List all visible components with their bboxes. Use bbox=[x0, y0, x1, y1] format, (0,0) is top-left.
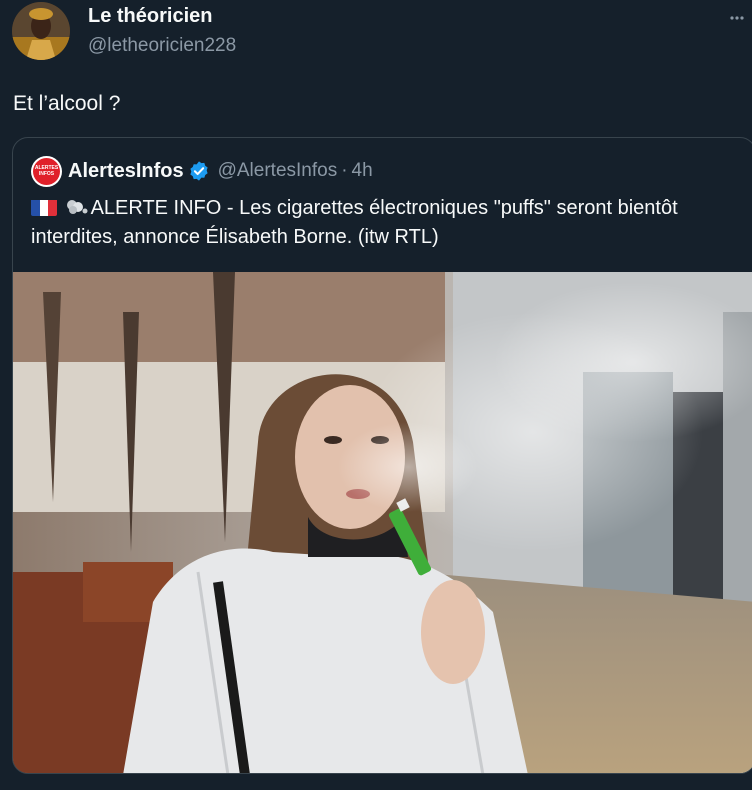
france-flag-icon bbox=[31, 198, 57, 216]
quoted-avatar-logo: ALERTES INFOS bbox=[33, 157, 60, 185]
quoted-tweet-header: ALERTES INFOS AlertesInfos @AlertesInfos… bbox=[31, 155, 373, 187]
quoted-tweet-photo[interactable] bbox=[13, 272, 752, 773]
quoted-author-handle[interactable]: @AlertesInfos bbox=[218, 160, 338, 182]
tweet-text: Et l’alcool ? bbox=[13, 92, 121, 115]
quoted-tweet-time[interactable]: 4h bbox=[352, 160, 373, 182]
author-handle[interactable]: @letheoricien228 bbox=[88, 35, 236, 57]
dash-smoke-icon bbox=[66, 200, 88, 214]
quoted-tweet-text: ALERTE INFO - Les cigarettes électroniqu… bbox=[31, 194, 731, 252]
quoted-tweet-body: ALERTE INFO - Les cigarettes électroniqu… bbox=[31, 197, 678, 248]
more-dots-icon[interactable] bbox=[730, 12, 744, 21]
separator-dot: · bbox=[341, 160, 348, 181]
quoted-tweet[interactable]: ALERTES INFOS AlertesInfos @AlertesInfos… bbox=[12, 137, 752, 774]
verified-badge-icon bbox=[189, 161, 208, 181]
quoted-author-avatar[interactable]: ALERTES INFOS bbox=[31, 155, 62, 187]
quoted-author-name[interactable]: AlertesInfos bbox=[68, 160, 184, 183]
author-name[interactable]: Le théoricien bbox=[88, 5, 212, 28]
author-avatar[interactable] bbox=[12, 2, 70, 60]
